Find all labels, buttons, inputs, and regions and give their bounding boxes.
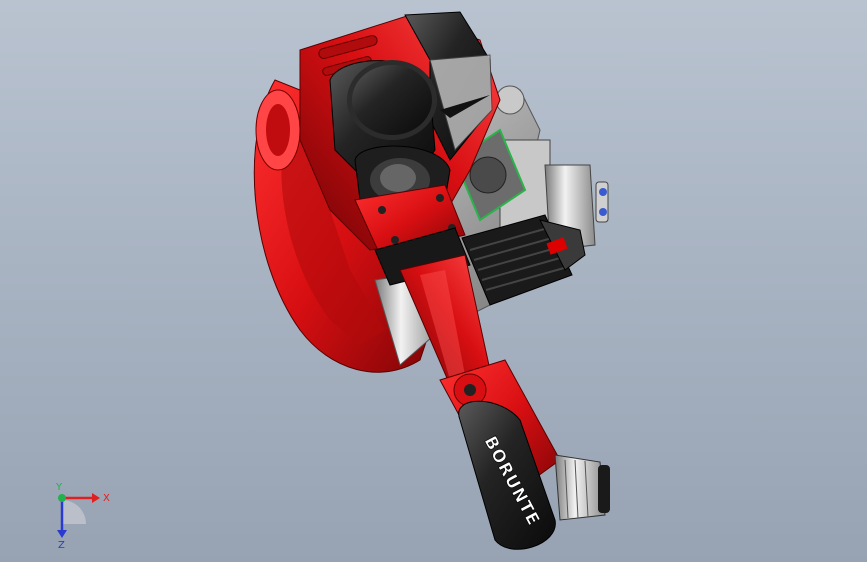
axis-triad: X Y Z [55, 482, 110, 550]
y-axis-dot [58, 494, 66, 502]
z-axis-label: Z [58, 540, 65, 550]
tool-flange[interactable] [554, 454, 610, 521]
y-axis-label: Y [55, 482, 63, 493]
x-axis-label: X [103, 493, 110, 504]
wrist-cover[interactable]: BORUNTE [458, 400, 556, 550]
cad-viewport[interactable]: BORUNTE [0, 0, 867, 562]
